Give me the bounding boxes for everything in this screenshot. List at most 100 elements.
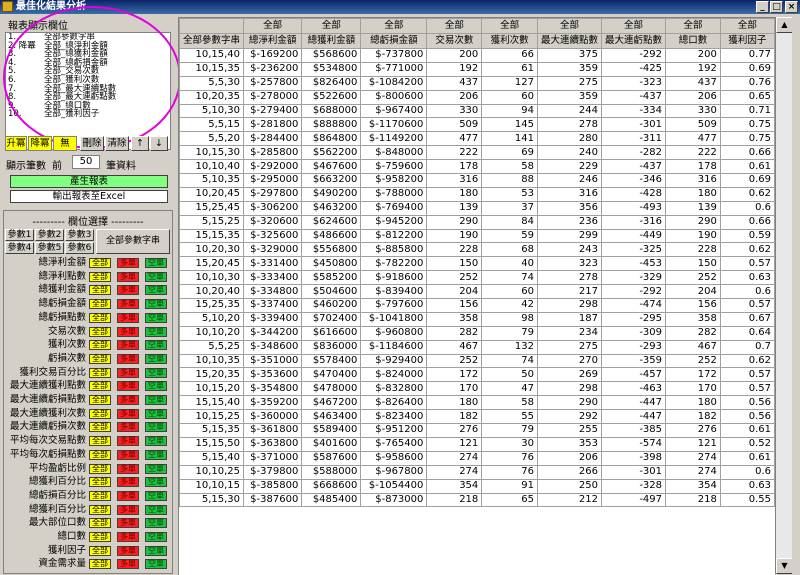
column-header[interactable]: 獲利因子	[719, 33, 775, 49]
criteria-all-button[interactable]: 全部	[89, 477, 111, 488]
criteria-short-button[interactable]: 空單	[145, 463, 167, 474]
field-list-item[interactable]: 10. 全部_獲利因子	[6, 110, 170, 119]
table-row[interactable]: 10,15,35 $-236200 $534800 $-771000 192 61 359-…	[179, 61, 775, 77]
table-row[interactable]: 5,10,20 $-339400 $702400 $-1041800 358 98 187-…	[179, 311, 775, 327]
table-row[interactable]: 10,20,40 $-334800 $504600 $-839400 204 60 217-…	[179, 284, 775, 300]
criteria-long-button[interactable]: 多單	[117, 395, 139, 405]
criteria-long-button[interactable]: 多單	[117, 545, 139, 556]
criteria-short-button[interactable]: 空單	[145, 395, 167, 405]
table-row[interactable]: 15,15,40 $-359200 $467200 $-826400 180 58 290-…	[179, 395, 775, 411]
criteria-long-button[interactable]: 多單	[117, 436, 139, 447]
table-row[interactable]: 10,10,40 $-292000 $467600 $-759600 178 58 229-…	[179, 159, 775, 175]
descending-button[interactable]: 降冪	[28, 136, 52, 151]
table-row[interactable]: 5,5,25 $-348600 $836000 $-1184600 467 132 275-…	[179, 339, 775, 355]
table-row[interactable]: 5,5,15 $-281800 $888800 $-1170600 509 145 278-…	[179, 117, 775, 133]
column-header[interactable]: 總口數	[665, 33, 721, 49]
ascending-button[interactable]: 升冪	[5, 136, 27, 151]
column-header[interactable]: 全部參數字串	[179, 33, 245, 49]
criteria-short-button[interactable]: 空單	[145, 504, 167, 515]
criteria-all-button[interactable]: 全部	[89, 504, 111, 515]
criteria-all-button[interactable]: 全部	[89, 258, 111, 268]
table-row[interactable]: 15,20,35 $-353600 $470400 $-824000 172 50 269-…	[179, 367, 775, 383]
param1-tab[interactable]: 參數1	[5, 229, 34, 241]
criteria-long-button[interactable]: 多單	[117, 367, 139, 378]
criteria-all-button[interactable]: 全部	[89, 299, 111, 310]
criteria-long-button[interactable]: 多單	[117, 326, 139, 337]
criteria-short-button[interactable]: 空單	[145, 381, 167, 392]
criteria-long-button[interactable]: 多單	[117, 559, 139, 570]
table-row[interactable]: 5,10,35 $-295000 $663200 $-958200 316 88 246 -3…	[179, 173, 775, 188]
criteria-all-button[interactable]: 全部	[89, 340, 111, 351]
criteria-all-button[interactable]: 全部	[89, 326, 111, 337]
criteria-all-button[interactable]: 全部	[89, 532, 111, 542]
criteria-short-button[interactable]: 空單	[145, 422, 167, 433]
results-grid[interactable]: 全部 全部 全部 全部 全部 全部 全部 全部 全部 全部參數字串 總淨利金額 總獲利金額 總虧損金額交…	[178, 17, 775, 575]
criteria-long-button[interactable]: 多單	[117, 340, 139, 351]
criteria-all-button[interactable]: 全部	[89, 381, 111, 392]
criteria-short-button[interactable]: 空單	[145, 258, 167, 268]
criteria-long-button[interactable]: 多單	[117, 504, 139, 515]
criteria-all-button[interactable]: 全部	[89, 436, 111, 447]
table-row[interactable]: 10,10,20 $-344200 $616600 $-960800 282 79 234-…	[179, 325, 775, 341]
criteria-short-button[interactable]: 空單	[145, 271, 167, 282]
column-header[interactable]: 交易次數	[426, 33, 483, 49]
criteria-long-button[interactable]: 多單	[117, 353, 139, 364]
move-up-button[interactable]: ↑	[131, 136, 149, 151]
criteria-all-button[interactable]: 全部	[89, 559, 111, 570]
criteria-long-button[interactable]: 多單	[117, 285, 139, 296]
criteria-short-button[interactable]: 空單	[145, 367, 167, 378]
column-header[interactable]: 最大連虧點數	[600, 33, 667, 49]
criteria-all-button[interactable]: 全部	[89, 422, 111, 433]
generate-report-button[interactable]: 產生報表	[10, 175, 168, 188]
param6-tab[interactable]: 參數6	[65, 242, 94, 254]
criteria-long-button[interactable]: 多單	[117, 463, 139, 474]
criteria-long-button[interactable]: 多單	[117, 422, 139, 433]
table-row[interactable]: 5,15,35 $-361800 $589400 $-951200 276 79 255 -3…	[179, 423, 775, 438]
table-row[interactable]: 15,15,50 $-363800 $401600 $-765400 121 30 353-…	[179, 436, 775, 452]
move-down-button[interactable]: ↓	[150, 136, 168, 151]
table-row[interactable]: 15,25,35 $-337400 $460200 $-797600 156 42 298-…	[179, 298, 775, 313]
scroll-up-arrow[interactable]: ▲	[776, 17, 793, 33]
criteria-short-button[interactable]: 空單	[145, 545, 167, 556]
table-row[interactable]: 5,10,30 $-279400 $688000 $-967400 330 94 244 -3…	[179, 103, 775, 119]
criteria-all-button[interactable]: 全部	[89, 449, 111, 460]
table-row[interactable]: 5,15,25 $-320600 $624600 $-945200 290 84 236 -3…	[179, 214, 775, 230]
table-row[interactable]: 15,15,35 $-325600 $486600 $-812200 190 59 299-…	[179, 228, 775, 244]
criteria-all-button[interactable]: 全部	[89, 367, 111, 378]
criteria-long-button[interactable]: 多單	[117, 518, 139, 529]
table-row[interactable]: 10,20,45 $-297800 $490200 $-788000 180 53 316-…	[179, 186, 775, 202]
table-row[interactable]: 10,10,35 $-351000 $578400 $-929400 252 74 270-…	[179, 353, 775, 369]
criteria-short-button[interactable]: 空單	[145, 449, 167, 460]
criteria-long-button[interactable]: 多單	[117, 258, 139, 268]
criteria-long-button[interactable]: 多單	[117, 312, 139, 323]
criteria-all-button[interactable]: 全部	[89, 490, 111, 501]
table-row[interactable]: 5,5,30 $-257800 $826400 $-1084200 437 127 275-…	[179, 75, 775, 91]
criteria-all-button[interactable]: 全部	[89, 408, 111, 419]
maximize-button[interactable]: □	[770, 1, 783, 13]
criteria-long-button[interactable]: 多單	[117, 408, 139, 419]
no-sort-button[interactable]: 無	[53, 136, 77, 151]
criteria-short-button[interactable]: 空單	[145, 559, 167, 570]
criteria-long-button[interactable]: 多單	[117, 299, 139, 310]
criteria-short-button[interactable]: 空單	[145, 299, 167, 310]
table-row[interactable]: 10,15,40 $-169200 $568600 $-737800 200 66 375-…	[179, 48, 775, 63]
table-row[interactable]: 10,10,15 $-385800 $668600 $-1054400 354 91 250…	[179, 478, 775, 494]
criteria-all-button[interactable]: 全部	[89, 395, 111, 405]
report-fields-list[interactable]: 1. 全部參數字串 2. 降冪 全部_總淨利金額 3. 全部_總獲利金額 4. 全部_總虧損金…	[5, 32, 171, 150]
criteria-all-button[interactable]: 全部	[89, 518, 111, 529]
column-header[interactable]: 總虧損金額	[360, 33, 428, 49]
param5-tab[interactable]: 參數5	[35, 242, 64, 254]
clear-button[interactable]: 清除	[105, 136, 129, 151]
vertical-scrollbar[interactable]: ▲ ▼	[775, 17, 793, 574]
show-count-input[interactable]: 50	[72, 155, 100, 169]
table-row[interactable]: 10,15,30 $-285800 $562200 $-848000 222 69 240-…	[179, 145, 775, 161]
criteria-short-button[interactable]: 空單	[145, 490, 167, 501]
criteria-long-button[interactable]: 多單	[117, 449, 139, 460]
criteria-short-button[interactable]: 空單	[145, 518, 167, 529]
criteria-long-button[interactable]: 多單	[117, 532, 139, 542]
table-row[interactable]: 15,20,45 $-331400 $450800 $-782200 150 40 323-…	[179, 256, 775, 272]
table-row[interactable]: 5,5,20 $-284400 $864800 $-1149200 477 141 280-…	[179, 131, 775, 147]
table-row[interactable]: 5,15,30 $-387600 $485400 $-873000 218 65 212 -4…	[179, 492, 775, 508]
table-row[interactable]: 10,15,25 $-360000 $463400 $-823400 182 55 292-…	[179, 409, 775, 425]
column-header[interactable]: 最大連續點數	[536, 33, 603, 49]
